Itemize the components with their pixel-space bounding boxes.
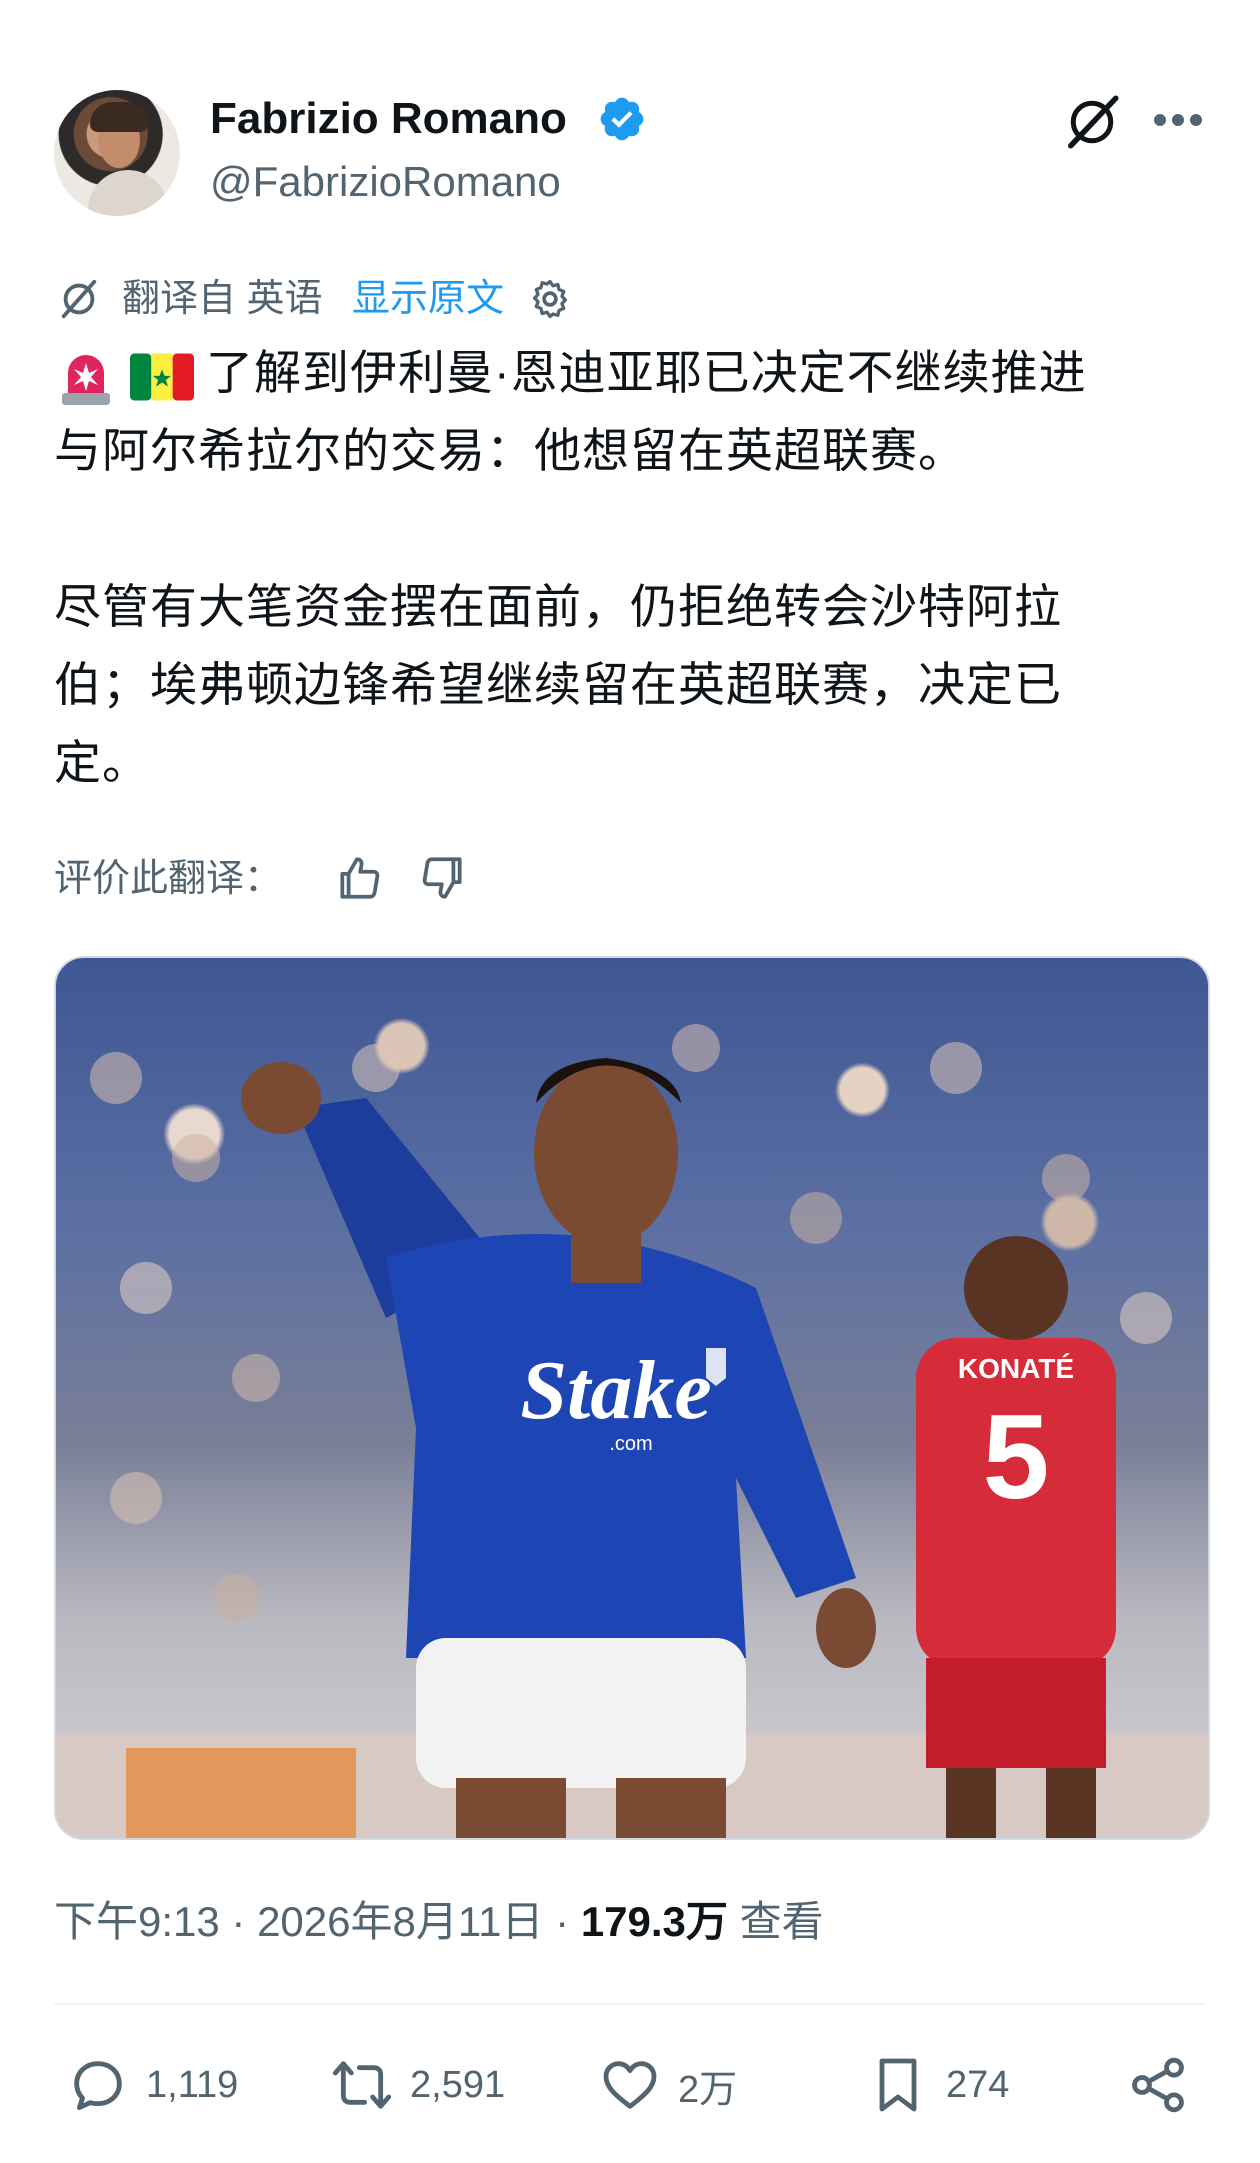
more-icon[interactable] [1150,100,1206,140]
bookmark-icon [879,2058,917,2112]
player-photo: 5 KONATÉ Stake .com [56,1024,1208,1838]
jersey-sponsor: Stake [520,1344,711,1437]
tweet-para2-line-2: 伯；埃弗顿边锋希望继续留在英超联赛，决定已 [54,658,1062,711]
tweet-para2-line-3: 定。 [54,736,150,789]
view-count[interactable]: 179.3万 [581,1898,728,1945]
heart-icon [603,2061,657,2109]
divider [54,2003,1206,2005]
like-count: 2万 [678,2068,738,2111]
share-icon [1132,2057,1184,2113]
opponent-number: 5 [983,1390,1050,1524]
tweet-text-paragraph-1: 了解到伊利曼·恩迪亚耶已决定不继续推进 与阿尔希拉尔的交易：他想留在英超联赛。 [54,334,1214,490]
tweet-meta: 下午9:13 · 2026年8月11日 · 179.3万 查看 [54,1898,824,1945]
author-handle[interactable]: @FabrizioRomano [210,156,561,208]
thumbs-down-icon[interactable] [418,853,468,903]
translated-from-label: 翻译自 英语 [122,278,323,320]
rate-translation-label: 评价此翻译： [54,858,283,900]
opponent-name: KONATÉ [958,1353,1074,1384]
jersey-sponsor-sub: .com [609,1433,652,1455]
tweet-media-image[interactable]: 5 KONATÉ Stake .com [54,956,1210,1840]
translate-icon [61,279,97,319]
like-button[interactable]: 2万 [598,2050,737,2120]
bookmark-count: 274 [946,2063,1010,2106]
tweet-line-2: 与阿尔希拉尔的交易：他想留在英超联赛。 [54,424,966,477]
thumbs-up-icon[interactable] [334,853,384,903]
avatar[interactable] [54,90,180,216]
tweet-text-paragraph-2: 尽管有大笔资金摆在面前，仍拒绝转会沙特阿拉 伯；埃弗顿边锋希望继续留在英超联赛，… [54,568,1214,802]
reply-count: 1,119 [146,2063,239,2106]
views-label: 查看 [739,1898,824,1945]
retweet-count: 2,591 [410,2063,506,2106]
siren-emoji [62,354,110,405]
senegal-flag-emoji [130,353,194,401]
retweet-icon [332,2061,392,2109]
bookmark-button[interactable]: 274 [866,2050,1009,2120]
tweet-date: 2026年8月11日 [257,1898,544,1945]
reply-icon [74,2061,122,2111]
grok-icon[interactable] [1062,92,1122,152]
show-original-link[interactable]: 显示原文 [352,274,504,324]
author-name[interactable]: Fabrizio Romano [210,92,567,146]
tweet-line-1: 了解到伊利曼·恩迪亚耶已决定不继续推进 [206,346,1087,399]
gear-icon[interactable] [528,277,572,321]
verified-badge-icon [600,97,644,141]
reply-button[interactable]: 1,119 [66,2050,238,2120]
retweet-button[interactable]: 2,591 [330,2050,505,2120]
tweet-time: 下午9:13 [54,1898,220,1945]
share-button[interactable] [1126,2050,1206,2120]
tweet-para2-line-1: 尽管有大笔资金摆在面前，仍拒绝转会沙特阿拉 [54,580,1062,633]
